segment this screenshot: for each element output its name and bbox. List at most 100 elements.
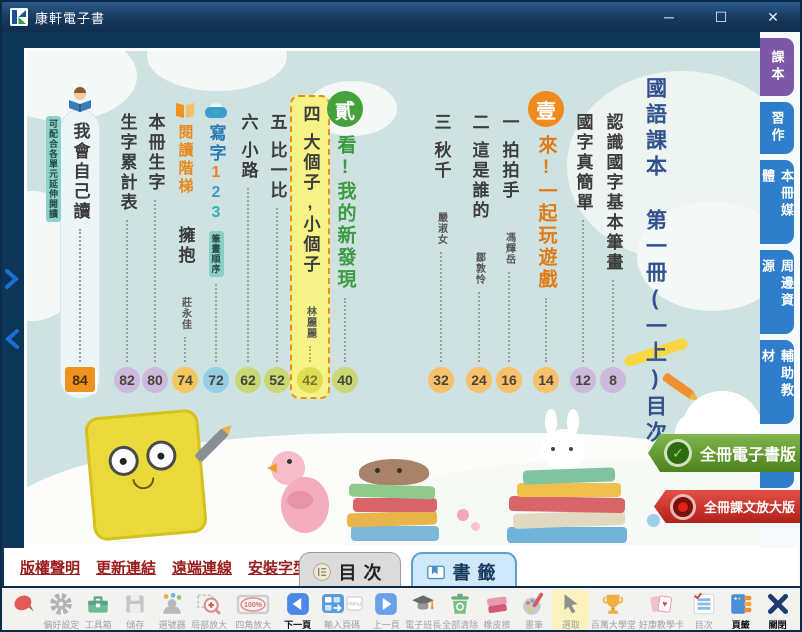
toc-lesson-3[interactable]: 三秋千 嚴淑女 32 — [423, 113, 459, 393]
dotted-leader — [247, 188, 249, 362]
toolbar-zoom-area[interactable]: 局部放大 — [191, 590, 228, 631]
entry-title: 閱讀階梯 擁抱 莊永佳 — [177, 124, 194, 330]
entry-note: 可配合各單元延伸閱讀 — [46, 116, 61, 222]
app-logo-icon — [10, 8, 28, 26]
prev-page-chevron[interactable] — [4, 328, 20, 350]
page-number-badge[interactable]: 62 — [235, 367, 261, 393]
toc-unit1[interactable]: 壹 來!一起玩遊戲 14 — [528, 91, 564, 393]
toolbar-laser-pointer[interactable] — [6, 590, 43, 618]
full-ebook-version-button[interactable]: ✓ 全冊電子書版 — [648, 434, 800, 472]
toc-lesson-6[interactable]: 六小路 62 — [230, 113, 266, 393]
toc-lesson-2[interactable]: 二這是誰的 鄒敦怜 24 — [461, 113, 497, 393]
toolbar-next-page[interactable]: 下一頁 — [279, 590, 316, 631]
palette-brush-icon — [521, 591, 547, 617]
bird-illustration — [267, 449, 337, 539]
toc-entry-self-reading[interactable]: 可配合各單元延伸閱讀 我會自己讀 84 — [60, 109, 100, 399]
toolbar-class-leader[interactable]: 電子班長 — [405, 590, 442, 631]
entry-title: 本冊生字 — [147, 113, 164, 193]
dotted-leader — [344, 298, 346, 362]
corner-zoom-icon: 100% — [236, 591, 270, 617]
dotted-leader — [126, 220, 128, 362]
number-picker-icon — [159, 591, 185, 617]
tab-workbook[interactable]: 習作 — [760, 102, 794, 154]
toolbar-teaching-cards[interactable]: ♥ 好康教學卡 — [637, 590, 685, 631]
page-number-badge[interactable]: 84 — [65, 367, 95, 392]
mascot-smile — [132, 477, 155, 490]
toc-entry-writing-123[interactable]: 寫字123 筆畫順序 72 — [198, 101, 234, 393]
toolbar-paint-brush[interactable]: 畫筆 — [516, 590, 553, 631]
dotted-leader — [154, 200, 156, 362]
page-number-badge[interactable]: 12 — [570, 367, 596, 393]
tab-auxiliary-materials[interactable]: 輔助教材 — [760, 340, 794, 424]
close-x-icon — [765, 591, 791, 617]
cards-icon: ♥ — [648, 591, 674, 617]
tab-volume-media[interactable]: 本冊媒體 — [760, 160, 794, 244]
toolbox-icon — [85, 591, 111, 617]
page-number-badge[interactable]: 8 — [600, 367, 626, 393]
save-icon — [122, 591, 148, 617]
toc-list-icon — [691, 591, 717, 617]
full-text-enlarged-version-button[interactable]: 全冊課文放大版 — [654, 490, 800, 523]
minimize-button[interactable]: ─ — [658, 9, 680, 26]
dotted-leader — [79, 229, 81, 362]
page-number-badge[interactable]: 52 — [264, 367, 290, 393]
toolbar-page-tabs[interactable]: 頁籤 — [722, 590, 759, 631]
toolbar-clear-all[interactable]: 全部清除 — [442, 590, 479, 631]
toolbar-toc[interactable]: 目次 — [685, 590, 722, 631]
lesson-author: 嚴淑女 — [436, 212, 447, 245]
page-number-badge[interactable]: 32 — [428, 367, 454, 393]
tab-textbook[interactable]: 課本 — [760, 38, 794, 96]
dotted-leader — [478, 292, 480, 362]
link-update[interactable]: 更新連結 — [96, 557, 156, 578]
prev-page-icon — [373, 591, 399, 617]
link-remote-connection[interactable]: 遠端連線 — [172, 557, 232, 578]
page-number-badge[interactable]: 24 — [466, 367, 492, 393]
lesson-title: 四大個子,小個子 林麗麗 — [302, 105, 319, 339]
open-book-icon — [174, 101, 196, 119]
page-number-badge[interactable]: 82 — [114, 367, 140, 393]
page-number-badge[interactable]: 40 — [332, 367, 358, 393]
toc-lesson-4-highlighted[interactable]: 四大個子,小個子 林麗麗 42 — [290, 95, 330, 399]
toolbar-zoom-corners[interactable]: 100% 四角放大 — [228, 590, 280, 631]
lesson-author: 鄒敦怜 — [474, 252, 485, 285]
lesson-author: 馮輝岳 — [504, 232, 515, 265]
book-stack-illustration — [345, 431, 445, 541]
bottom-tab-bookmark[interactable]: 書籤 — [411, 552, 517, 590]
toolbar-number-picker[interactable]: 選號器 — [154, 590, 191, 631]
toolbar-select[interactable]: 選取 — [552, 590, 589, 631]
page-number-badge[interactable]: 80 — [142, 367, 168, 393]
toolbar-prev-page[interactable]: 上一頁 — [368, 590, 405, 631]
ebook-app-window: 康軒電子書 ─ ☐ ✕ — [0, 0, 802, 632]
page-number-badge[interactable]: 14 — [533, 367, 559, 393]
toolbar-toolbox[interactable]: 工具箱 — [80, 590, 117, 631]
page-number-badge-current[interactable]: 42 — [297, 367, 323, 393]
toolbar-close[interactable]: 關閉 — [759, 590, 796, 631]
flower-decoration — [471, 522, 480, 531]
dotted-leader — [276, 208, 278, 362]
next-page-icon — [285, 591, 311, 617]
page-number-badge[interactable]: 16 — [496, 367, 522, 393]
toolbar-preferences[interactable]: 偏好設定 — [43, 590, 80, 631]
toc-entry-simple-characters[interactable]: 國字真簡單 12 — [565, 113, 601, 393]
bottom-tab-toc[interactable]: 目次 — [299, 552, 401, 590]
link-copyright[interactable]: 版權聲明 — [20, 557, 80, 578]
book-page-contents: 國語課本 第一冊(一上)目次 認識國字基本筆畫 8 國字真簡單 12 壹 來!一… — [24, 48, 764, 548]
bottom-bar: 版權聲明 更新連結 遠端連線 安裝字型 目次 書籤 — [4, 548, 798, 590]
bottom-toolbar: 偏好設定 工具箱 儲存 — [2, 586, 800, 630]
toolbar-eraser[interactable]: 橡皮擦 — [479, 590, 516, 631]
tab-peripheral-resources[interactable]: 周邊資源 — [760, 250, 794, 334]
maximize-button[interactable]: ☐ — [710, 9, 732, 26]
toc-unit2[interactable]: 貳 看!我的新發現 40 — [327, 91, 363, 393]
toc-entry-character-chart[interactable]: 生字累計表 82 — [109, 113, 145, 393]
flower-decoration — [457, 509, 469, 521]
page-number-badge[interactable]: 74 — [172, 367, 198, 393]
close-button[interactable]: ✕ — [762, 9, 784, 26]
toolbar-save[interactable]: 儲存 — [117, 590, 154, 631]
toolbar-million-academy[interactable]: 百萬大學堂 — [589, 590, 637, 631]
book-stack-illustration — [507, 413, 657, 543]
dotted-leader — [184, 337, 186, 362]
page-number-badge[interactable]: 72 — [203, 367, 229, 393]
next-page-chevron[interactable] — [4, 268, 20, 290]
toolbar-page-input[interactable]: menu 輸入頁碼 — [316, 590, 368, 631]
reading-person-icon — [65, 86, 95, 112]
